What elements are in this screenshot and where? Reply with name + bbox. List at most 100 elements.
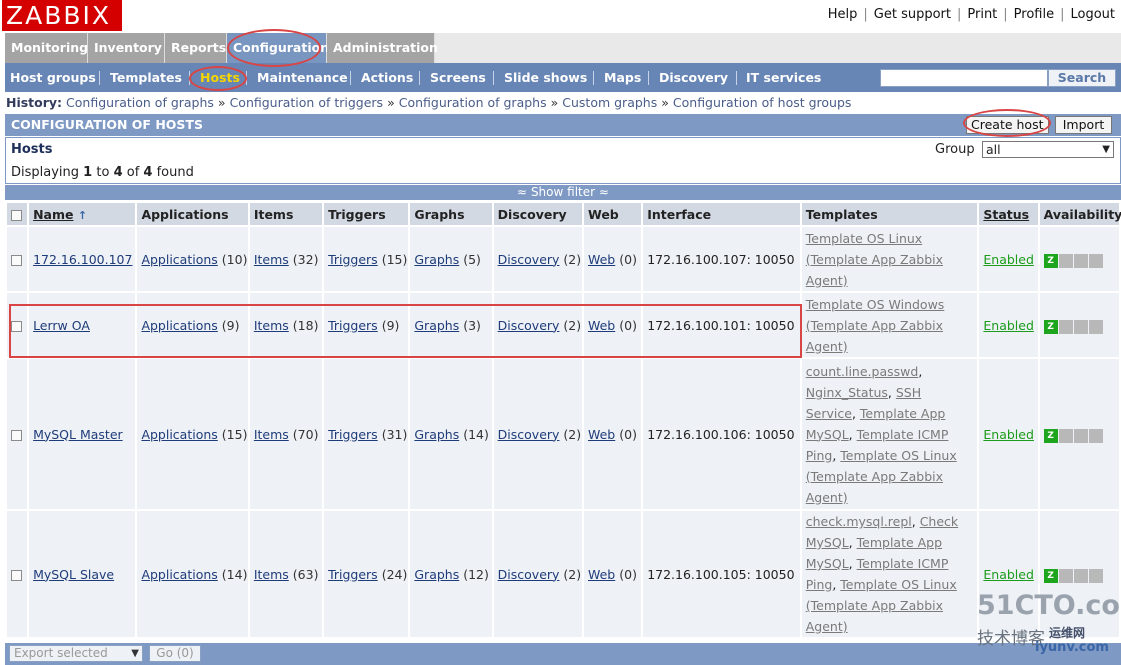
submenu-maintenance[interactable]: Maintenance (257, 63, 348, 92)
column-header-name[interactable]: Name ↑ (29, 203, 136, 225)
get-support-link[interactable]: Get support (874, 7, 951, 22)
history-item[interactable]: Custom graphs (562, 95, 657, 110)
graphs-link[interactable]: Graphs (414, 252, 459, 267)
row-checkbox[interactable] (11, 429, 22, 441)
submenu-screens[interactable]: Screens (430, 63, 486, 92)
graphs-link[interactable]: Graphs (414, 567, 459, 582)
show-filter-toggle[interactable]: ≈ Show filter ≈ (5, 185, 1121, 200)
applications-link[interactable]: Applications (141, 318, 217, 333)
graphs-link[interactable]: Graphs (414, 318, 459, 333)
column-header-triggers: Triggers (324, 203, 409, 225)
host-name-link[interactable]: MySQL Master (33, 427, 123, 442)
row-checkbox-cell[interactable] (7, 227, 28, 291)
applications-link[interactable]: Applications (141, 567, 217, 582)
web-link[interactable]: Web (588, 318, 615, 333)
triggers-link[interactable]: Triggers (328, 427, 378, 442)
row-checkbox-cell[interactable] (7, 293, 28, 357)
items-link[interactable]: Items (254, 318, 289, 333)
template-link[interactable]: Template OS Linux (840, 577, 956, 592)
triggers-link[interactable]: Triggers (328, 252, 378, 267)
status-enabled-link[interactable]: Enabled (983, 567, 1034, 582)
discovery-count: (2) (563, 317, 582, 333)
triggers-link[interactable]: Triggers (328, 318, 378, 333)
host-name-cell: MySQL Slave (29, 511, 136, 637)
history-item[interactable]: Configuration of host groups (673, 95, 852, 110)
template-link[interactable]: count.line.passwd (806, 364, 919, 379)
row-checkbox[interactable] (11, 569, 22, 581)
discovery-count: (2) (563, 426, 582, 442)
tab-inventory[interactable]: Inventory (88, 33, 165, 63)
create-host-button[interactable]: Create host (966, 116, 1049, 134)
history-item[interactable]: Configuration of graphs (399, 95, 547, 110)
select-all-checkbox[interactable] (11, 209, 22, 221)
web-link[interactable]: Web (588, 567, 615, 582)
availability-jmx-icon (1073, 253, 1088, 268)
host-name-link[interactable]: MySQL Slave (33, 567, 114, 582)
discovery-link[interactable]: Discovery (498, 318, 560, 333)
items-link[interactable]: Items (254, 567, 289, 582)
graphs-link[interactable]: Graphs (414, 427, 459, 442)
history-item[interactable]: Configuration of graphs (66, 95, 214, 110)
history-item[interactable]: Configuration of triggers (230, 95, 384, 110)
table-row: Lerrw OA Applications (9) Items (18) Trigge… (7, 293, 1119, 357)
template-link[interactable]: check.mysql.repl (806, 514, 912, 529)
zabbix-logo[interactable]: ZABBIX (2, 0, 122, 31)
template-link[interactable]: Template OS Windows (806, 297, 945, 312)
discovery-link[interactable]: Discovery (498, 427, 560, 442)
row-checkbox[interactable] (11, 254, 22, 266)
applications-link[interactable]: Applications (141, 252, 217, 267)
submenu-host-groups[interactable]: Host groups (10, 63, 96, 92)
tab-administration[interactable]: Administration (327, 33, 438, 63)
profile-link[interactable]: Profile (1014, 7, 1054, 22)
print-link[interactable]: Print (967, 7, 997, 22)
web-link[interactable]: Web (588, 427, 615, 442)
submenu-discovery[interactable]: Discovery (659, 63, 728, 92)
template-link[interactable]: (Template App Zabbix Agent) (806, 252, 943, 288)
template-link[interactable]: (Template App Zabbix Agent) (806, 318, 943, 354)
submenu-templates[interactable]: Templates (110, 63, 182, 92)
go-button[interactable]: Go (0) (149, 645, 201, 662)
submenu-maps[interactable]: Maps (604, 63, 641, 92)
web-link[interactable]: Web (588, 252, 615, 267)
submenu-slide-shows[interactable]: Slide shows (504, 63, 587, 92)
row-checkbox-cell[interactable] (7, 359, 28, 509)
row-checkbox-cell[interactable] (7, 511, 28, 637)
availability-ipmi-icon (1088, 568, 1103, 583)
items-cell: Items (32) (249, 227, 323, 291)
tab-configuration[interactable]: Configuration (227, 33, 329, 63)
template-link[interactable]: Template OS Linux (840, 448, 956, 463)
submenu-actions[interactable]: Actions (361, 63, 413, 92)
row-checkbox[interactable] (11, 320, 22, 332)
status-enabled-link[interactable]: Enabled (983, 318, 1034, 333)
status-enabled-link[interactable]: Enabled (983, 252, 1034, 267)
template-link[interactable]: (Template App Zabbix Agent) (806, 598, 943, 634)
submenu-hosts[interactable]: Hosts (200, 63, 240, 92)
items-link[interactable]: Items (254, 427, 289, 442)
search-input[interactable] (880, 69, 1048, 87)
logout-link[interactable]: Logout (1070, 7, 1115, 22)
status-enabled-link[interactable]: Enabled (983, 427, 1034, 442)
template-link[interactable]: (Template App Zabbix Agent) (806, 469, 943, 505)
web-count: (0) (619, 251, 637, 267)
discovery-link[interactable]: Discovery (498, 567, 560, 582)
tab-monitoring[interactable]: Monitoring (5, 33, 88, 63)
triggers-link[interactable]: Triggers (328, 567, 378, 582)
applications-link[interactable]: Applications (141, 427, 217, 442)
tab-reports[interactable]: Reports (165, 33, 227, 63)
host-name-link[interactable]: Lerrw OA (33, 318, 90, 333)
table-row: MySQL Master Applications (15) Items (70) T… (7, 359, 1119, 509)
select-all-checkbox-cell[interactable] (7, 203, 28, 225)
template-link[interactable]: Nginx_Status (806, 385, 888, 400)
column-header-status[interactable]: Status (979, 203, 1038, 225)
host-name-link[interactable]: 172.16.100.107 (33, 252, 132, 267)
search-button[interactable]: Search (1048, 69, 1116, 87)
help-link[interactable]: Help (828, 7, 858, 22)
items-link[interactable]: Items (254, 252, 289, 267)
import-button[interactable]: Import (1055, 116, 1112, 134)
group-select[interactable]: all ▼ (982, 141, 1114, 158)
availability-z-icon: Z (1043, 428, 1058, 443)
export-selected-select[interactable]: Export selected ▼ (9, 645, 143, 662)
submenu-it-services[interactable]: IT services (746, 63, 821, 92)
template-link[interactable]: Template OS Linux (806, 231, 922, 246)
discovery-link[interactable]: Discovery (498, 252, 560, 267)
